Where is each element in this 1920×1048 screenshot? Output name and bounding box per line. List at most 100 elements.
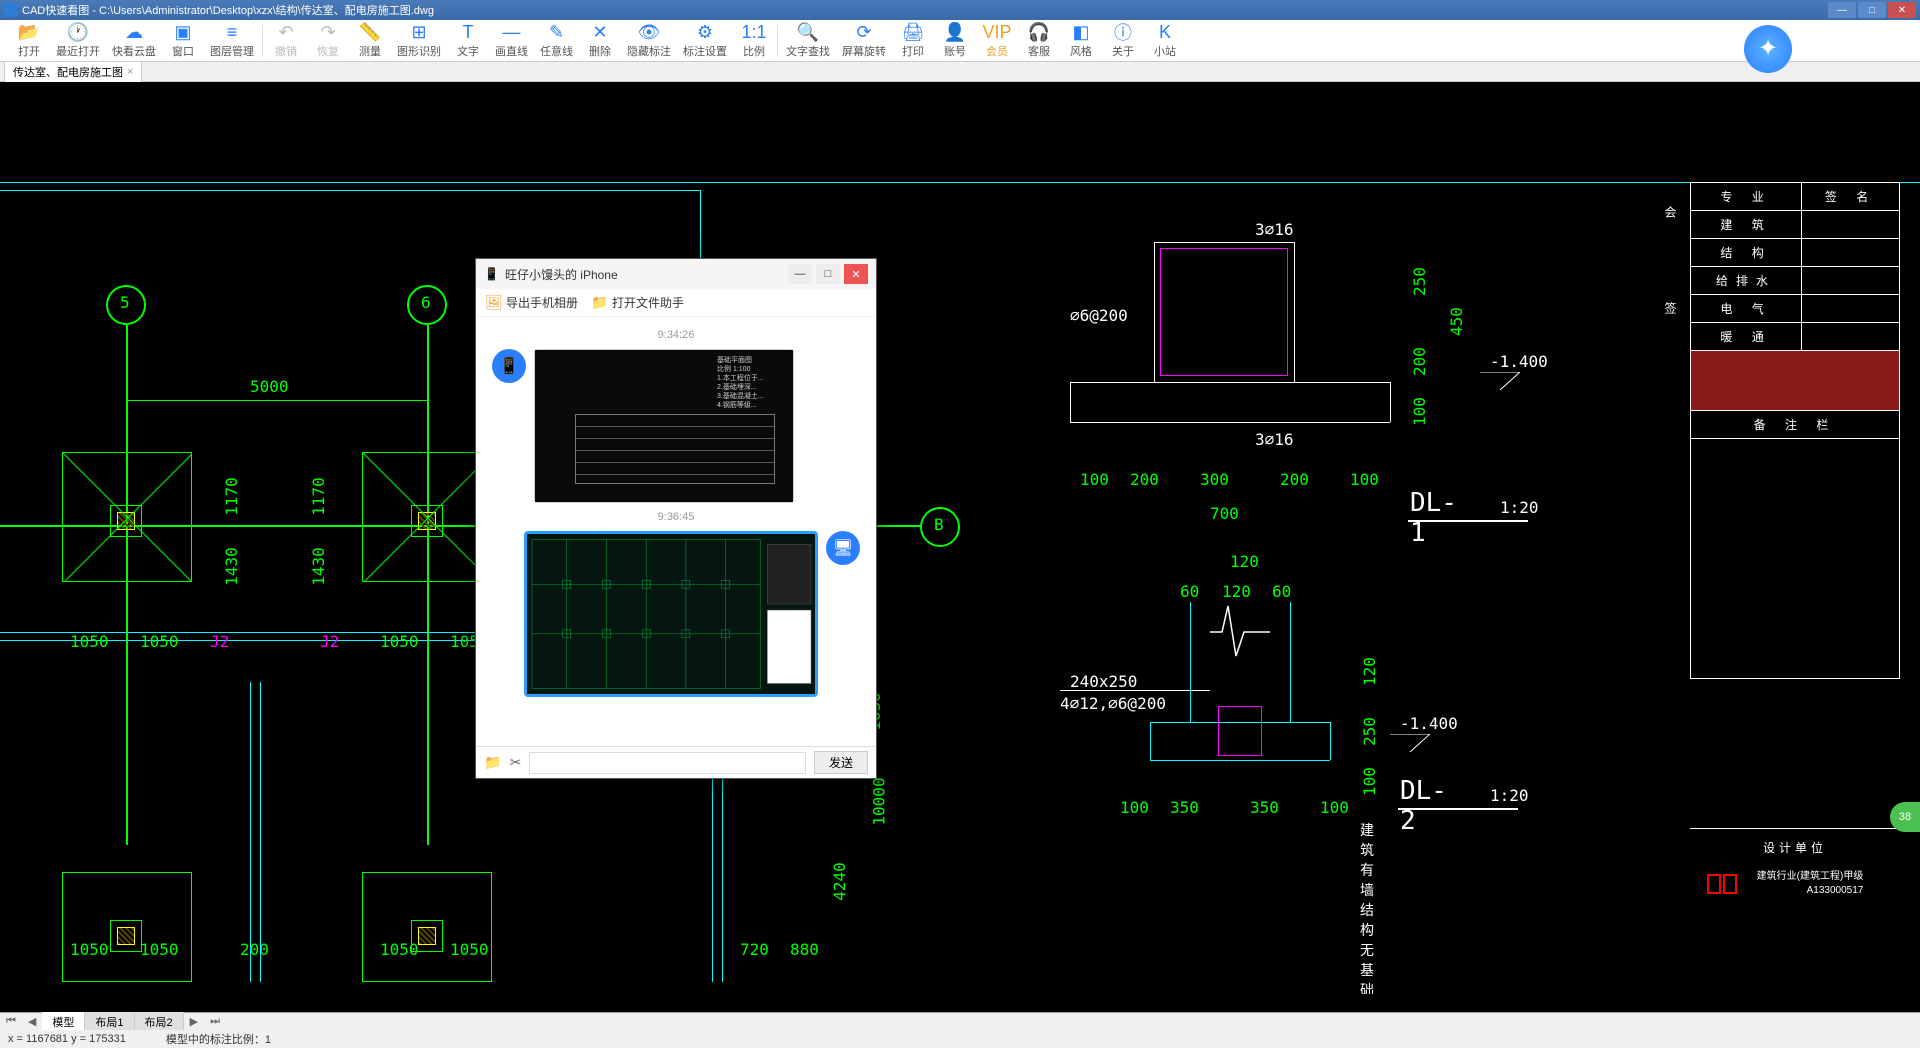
level-mark: -1.400: [1490, 352, 1548, 371]
scale-info: 模型中的标注比例：1: [166, 1031, 271, 1047]
hide-annot-icon: 👁: [638, 22, 660, 42]
close-button[interactable]: ✕: [1888, 2, 1916, 18]
chat-image-thumbnail[interactable]: [524, 531, 818, 697]
layout1-tab[interactable]: 布局1: [85, 1012, 134, 1032]
find-text-icon: 🔍: [797, 22, 819, 42]
status-bar: x = 1167681 y = 175331 模型中的标注比例：1: [0, 1030, 1920, 1048]
toolbar-label: 画直线: [495, 43, 528, 59]
chat-message-sent: 🖥: [492, 531, 860, 697]
send-button[interactable]: 发送: [814, 751, 868, 774]
grid-line-5: [126, 325, 128, 845]
drawing-canvas[interactable]: 5 6 B 5000 1170 1430 1170 1430 1050 1050…: [0, 82, 1920, 994]
label-J2: J2: [320, 632, 339, 651]
support-button[interactable]: 🎧客服: [1018, 20, 1060, 61]
chat-image-thumbnail[interactable]: 基础平面图比例 1:1001.本工程位于...2.基础埋深...3.基础混凝土.…: [534, 349, 794, 503]
measure-button[interactable]: 📏测量: [349, 20, 391, 61]
chat-input[interactable]: [529, 752, 806, 774]
recent-button[interactable]: 🕐最近打开: [50, 20, 106, 61]
chat-maximize-button[interactable]: □: [816, 264, 840, 284]
chat-toolbar: 🖼 导出手机相册 📁 打开文件助手: [476, 289, 876, 317]
design-unit-title: 设计单位: [1690, 839, 1900, 856]
dim-1170a: 1170: [222, 477, 241, 516]
tab-first-icon[interactable]: ⏮: [0, 1013, 22, 1030]
section-title-DL1: DL-1: [1410, 488, 1457, 548]
station-icon: K: [1154, 22, 1176, 42]
dim: 250: [1410, 267, 1429, 296]
recognize-icon: ⊞: [408, 22, 430, 42]
scissors-icon[interactable]: ✂: [509, 754, 521, 771]
document-tab[interactable]: 传达室、配电房施工图 ×: [4, 61, 142, 82]
maximize-button[interactable]: □: [1858, 2, 1886, 18]
avatar-pc-icon: 🖥: [826, 531, 860, 565]
account-button[interactable]: 👤账号: [934, 20, 976, 61]
redo-icon: ↷: [317, 22, 339, 42]
toolbar-label: 测量: [359, 43, 381, 59]
chat-timestamp: 9:34:26: [484, 329, 868, 341]
redo-button[interactable]: ↷恢复: [307, 20, 349, 61]
station-button[interactable]: K小站: [1144, 20, 1186, 61]
chat-close-button[interactable]: ✕: [844, 264, 868, 284]
rotate-button[interactable]: ⟳屏幕旋转: [836, 20, 892, 61]
scale-button[interactable]: 1:1比例: [733, 20, 775, 61]
hide-annot-button[interactable]: 👁隐藏标注: [621, 20, 677, 61]
undo-button[interactable]: ↶撤销: [265, 20, 307, 61]
recognize-button[interactable]: ⊞图形识别: [391, 20, 447, 61]
export-photo-button[interactable]: 🖼 导出手机相册: [486, 294, 578, 311]
freeline-icon: ✎: [546, 22, 568, 42]
app-title: CAD快速看图 - C:\Users\Administrator\Desktop…: [22, 2, 434, 18]
dim-5000: 5000: [250, 377, 289, 396]
phone-icon: 📱: [484, 267, 499, 281]
delete-button[interactable]: ✕删除: [579, 20, 621, 61]
grid-bubble-B: B: [920, 507, 960, 547]
footing-6: [362, 452, 492, 582]
minimize-button[interactable]: —: [1828, 2, 1856, 18]
text-icon: T: [457, 22, 479, 42]
find-text-button[interactable]: 🔍文字查找: [780, 20, 836, 61]
notification-badge[interactable]: 38: [1890, 802, 1920, 832]
window-button[interactable]: ▣窗口: [162, 20, 204, 61]
tab-next-icon[interactable]: ▶: [184, 1013, 204, 1030]
about-icon: ⓘ: [1112, 22, 1134, 42]
chat-message-list[interactable]: 9:34:26 📱 基础平面图比例 1:1001.本工程位于...2.基础埋深.…: [476, 317, 876, 746]
vip-button[interactable]: VIP会员: [976, 20, 1018, 61]
dim: 100: [1410, 397, 1429, 426]
layout2-tab[interactable]: 布局2: [135, 1012, 184, 1032]
model-tab[interactable]: 模型: [42, 1012, 85, 1032]
layout-tabbar: ⏮ ◀ 模型 布局1 布局2 ▶ ⏭: [0, 1012, 1920, 1030]
remark-header: 备 注 栏: [1691, 411, 1900, 439]
tab-close-icon[interactable]: ×: [127, 66, 133, 78]
dim-4240: 4240: [830, 862, 849, 901]
toolbar-label: 屏幕旋转: [842, 43, 886, 59]
dim-1170b: 1170: [309, 477, 328, 516]
annot-settings-icon: ⚙: [694, 22, 716, 42]
toolbar-label: 快看云盘: [112, 43, 156, 59]
dim-880: 880: [790, 940, 819, 959]
layer-button[interactable]: ≡图层管理: [204, 20, 260, 61]
chat-titlebar[interactable]: 📱 旺仔小馒头的 iPhone — □ ✕: [476, 259, 876, 289]
print-button[interactable]: 🖨打印: [892, 20, 934, 61]
folder-icon[interactable]: 📁: [484, 754, 501, 771]
toolbar-label: 比例: [743, 43, 765, 59]
toolbar-label: 小站: [1154, 43, 1176, 59]
dim-720: 720: [740, 940, 769, 959]
toolbar-label: 删除: [589, 43, 611, 59]
text-button[interactable]: T文字: [447, 20, 489, 61]
print-icon: 🖨: [902, 22, 924, 42]
tab-prev-icon[interactable]: ◀: [22, 1013, 42, 1030]
window-icon: ▣: [172, 22, 194, 42]
freeline-button[interactable]: ✎任意线: [534, 20, 579, 61]
tab-last-icon[interactable]: ⏭: [204, 1013, 226, 1030]
chat-minimize-button[interactable]: —: [788, 264, 812, 284]
open-file-helper-button[interactable]: 📁 打开文件助手: [592, 294, 684, 311]
about-button[interactable]: ⓘ关于: [1102, 20, 1144, 61]
line-button[interactable]: —画直线: [489, 20, 534, 61]
open-button[interactable]: 📂打开: [8, 20, 50, 61]
cloud-button[interactable]: ☁快看云盘: [106, 20, 162, 61]
line-icon: —: [501, 22, 523, 42]
toolbar-label: 打开: [18, 43, 40, 59]
annot-settings-button[interactable]: ⚙标注设置: [677, 20, 733, 61]
toolbar-label: 账号: [944, 43, 966, 59]
style-icon: ◧: [1070, 22, 1092, 42]
dim-1430b: 1430: [309, 547, 328, 586]
style-button[interactable]: ◧风格: [1060, 20, 1102, 61]
